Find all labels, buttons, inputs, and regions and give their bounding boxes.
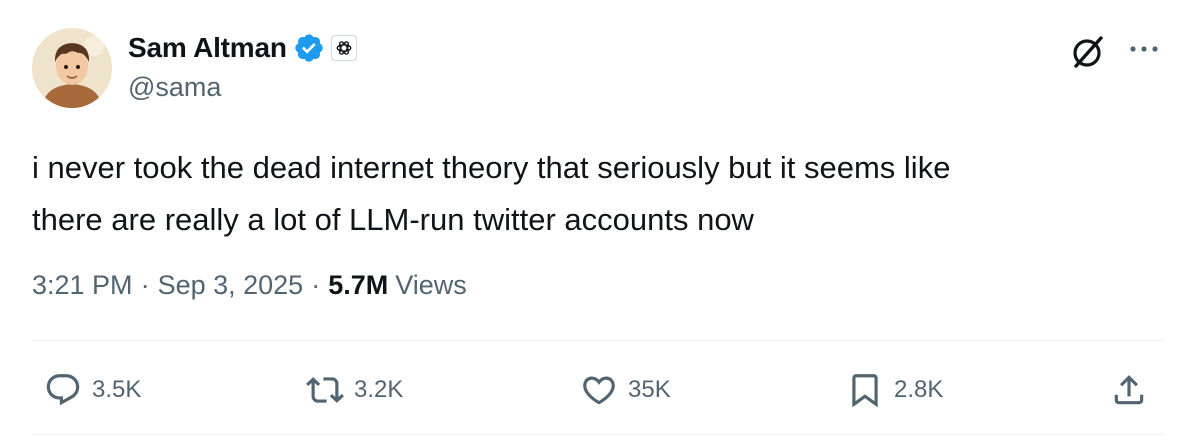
retweet-icon [306, 377, 344, 403]
reply-icon [46, 374, 80, 406]
tweet-text-line: there are really a lot of LLM-run twitte… [32, 202, 754, 237]
share-icon [1114, 375, 1144, 405]
like-icon [583, 376, 615, 405]
share-button[interactable] [1110, 368, 1148, 412]
author-name-row: Sam Altman [128, 28, 357, 68]
bookmark-count: 2.8K [894, 376, 944, 403]
meta-separator: · [140, 270, 150, 300]
views-label[interactable]: Views [395, 270, 467, 301]
retweet-count: 3.2K [354, 376, 404, 403]
tweet-date[interactable]: Sep 3, 2025 [158, 270, 304, 301]
tweet-card: Sam Altman @sama i never took the dead i… [0, 0, 1200, 444]
reply-count: 3.5K [92, 376, 142, 403]
more-icon[interactable] [1126, 38, 1162, 60]
retweet-button[interactable]: 3.2K [306, 368, 403, 412]
avatar[interactable] [32, 28, 112, 108]
author-name[interactable]: Sam Altman [128, 32, 287, 64]
verified-badge-icon[interactable] [293, 32, 325, 64]
meta-separator: · [311, 270, 321, 300]
grok-icon[interactable] [1068, 32, 1108, 72]
views-count[interactable]: 5.7M [328, 270, 388, 301]
tweet-text: i never took the dead internet theory th… [32, 142, 1142, 246]
bookmark-icon [852, 374, 878, 408]
bookmark-button[interactable]: 2.8K [846, 368, 943, 412]
like-count: 35K [628, 376, 671, 403]
author-handle[interactable]: @sama [128, 72, 221, 103]
openai-affiliate-icon[interactable] [330, 35, 357, 61]
tweet-text-line: i never took the dead internet theory th… [32, 150, 951, 185]
tweet-meta: 3:21 PM · Sep 3, 2025 · 5.7M Views [32, 270, 467, 301]
divider [32, 340, 1164, 341]
tweet-time[interactable]: 3:21 PM [32, 270, 133, 301]
divider [32, 434, 1164, 435]
reply-button[interactable]: 3.5K [44, 368, 141, 412]
like-button[interactable]: 35K [580, 368, 671, 412]
